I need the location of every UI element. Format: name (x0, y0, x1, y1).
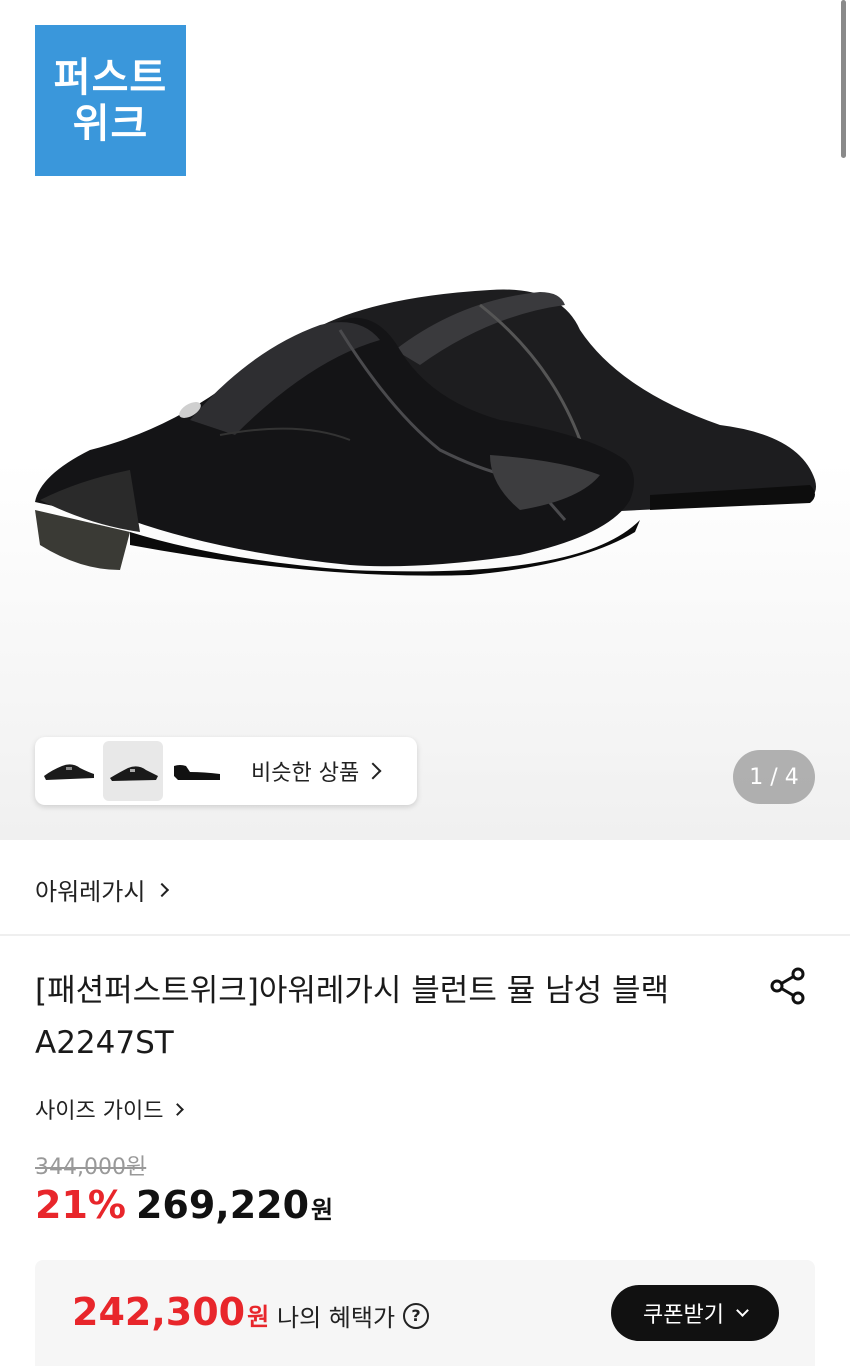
product-image (35, 289, 816, 576)
shoe-thumb-icon (174, 765, 220, 780)
brand-link[interactable]: 아워레가시 (35, 872, 170, 907)
share-icon[interactable] (768, 966, 808, 1006)
chevron-right-icon (171, 1102, 185, 1116)
sale-price: 269,220 (135, 1183, 310, 1227)
badge-line-1: 퍼스트 (53, 54, 168, 101)
size-guide-label: 사이즈 가이드 (35, 1099, 164, 1124)
discount-rate: 21% (35, 1183, 126, 1227)
first-week-badge: 퍼스트 위크 (35, 25, 186, 176)
benefit-label-row: 나의 혜택가 ? (277, 1298, 430, 1333)
benefit-price-currency: 원 (247, 1303, 270, 1331)
coupon-button-label: 쿠폰받기 (643, 1303, 724, 1328)
chevron-down-icon (736, 1303, 749, 1317)
benefit-price-box: 242,300 원 나의 혜택가 ? 쿠폰받기 (35, 1260, 815, 1366)
shoe-thumb-icon (44, 764, 94, 780)
similar-thumb-1[interactable] (39, 741, 99, 801)
chevron-right-icon (364, 762, 382, 780)
badge-line-2: 위크 (72, 100, 149, 147)
help-icon[interactable]: ? (403, 1302, 430, 1329)
benefit-price: 242,300 원 (72, 1290, 269, 1334)
page-scrollbar[interactable] (841, 0, 846, 158)
product-gallery[interactable]: 퍼스트 위크 비슷한 상품 1 / 4 (0, 0, 850, 840)
brand-name: 아워레가시 (35, 878, 146, 906)
section-divider (0, 934, 850, 936)
chevron-right-icon (155, 882, 170, 897)
shoe-thumb-icon (110, 766, 158, 781)
benefit-label: 나의 혜택가 (277, 1304, 396, 1332)
similar-products-card[interactable]: 비슷한 상품 (35, 737, 417, 805)
benefit-price-value: 242,300 (72, 1290, 246, 1334)
similar-thumb-3[interactable] (167, 741, 227, 801)
image-pager: 1 / 4 (733, 750, 815, 804)
size-guide-link[interactable]: 사이즈 가이드 (35, 1093, 185, 1125)
original-price: 344,000원 (35, 1155, 147, 1180)
similar-products-label: 비슷한 상품 (251, 761, 360, 786)
product-title: [패션퍼스트위크]아워레가시 블런트 뮬 남성 블랙 A2247ST (35, 973, 670, 1061)
sale-price-currency: 원 (311, 1196, 334, 1224)
get-coupon-button[interactable]: 쿠폰받기 (611, 1285, 779, 1341)
price-row: 21% 269,220 원 (35, 1183, 333, 1227)
similar-thumb-2[interactable] (103, 741, 163, 801)
